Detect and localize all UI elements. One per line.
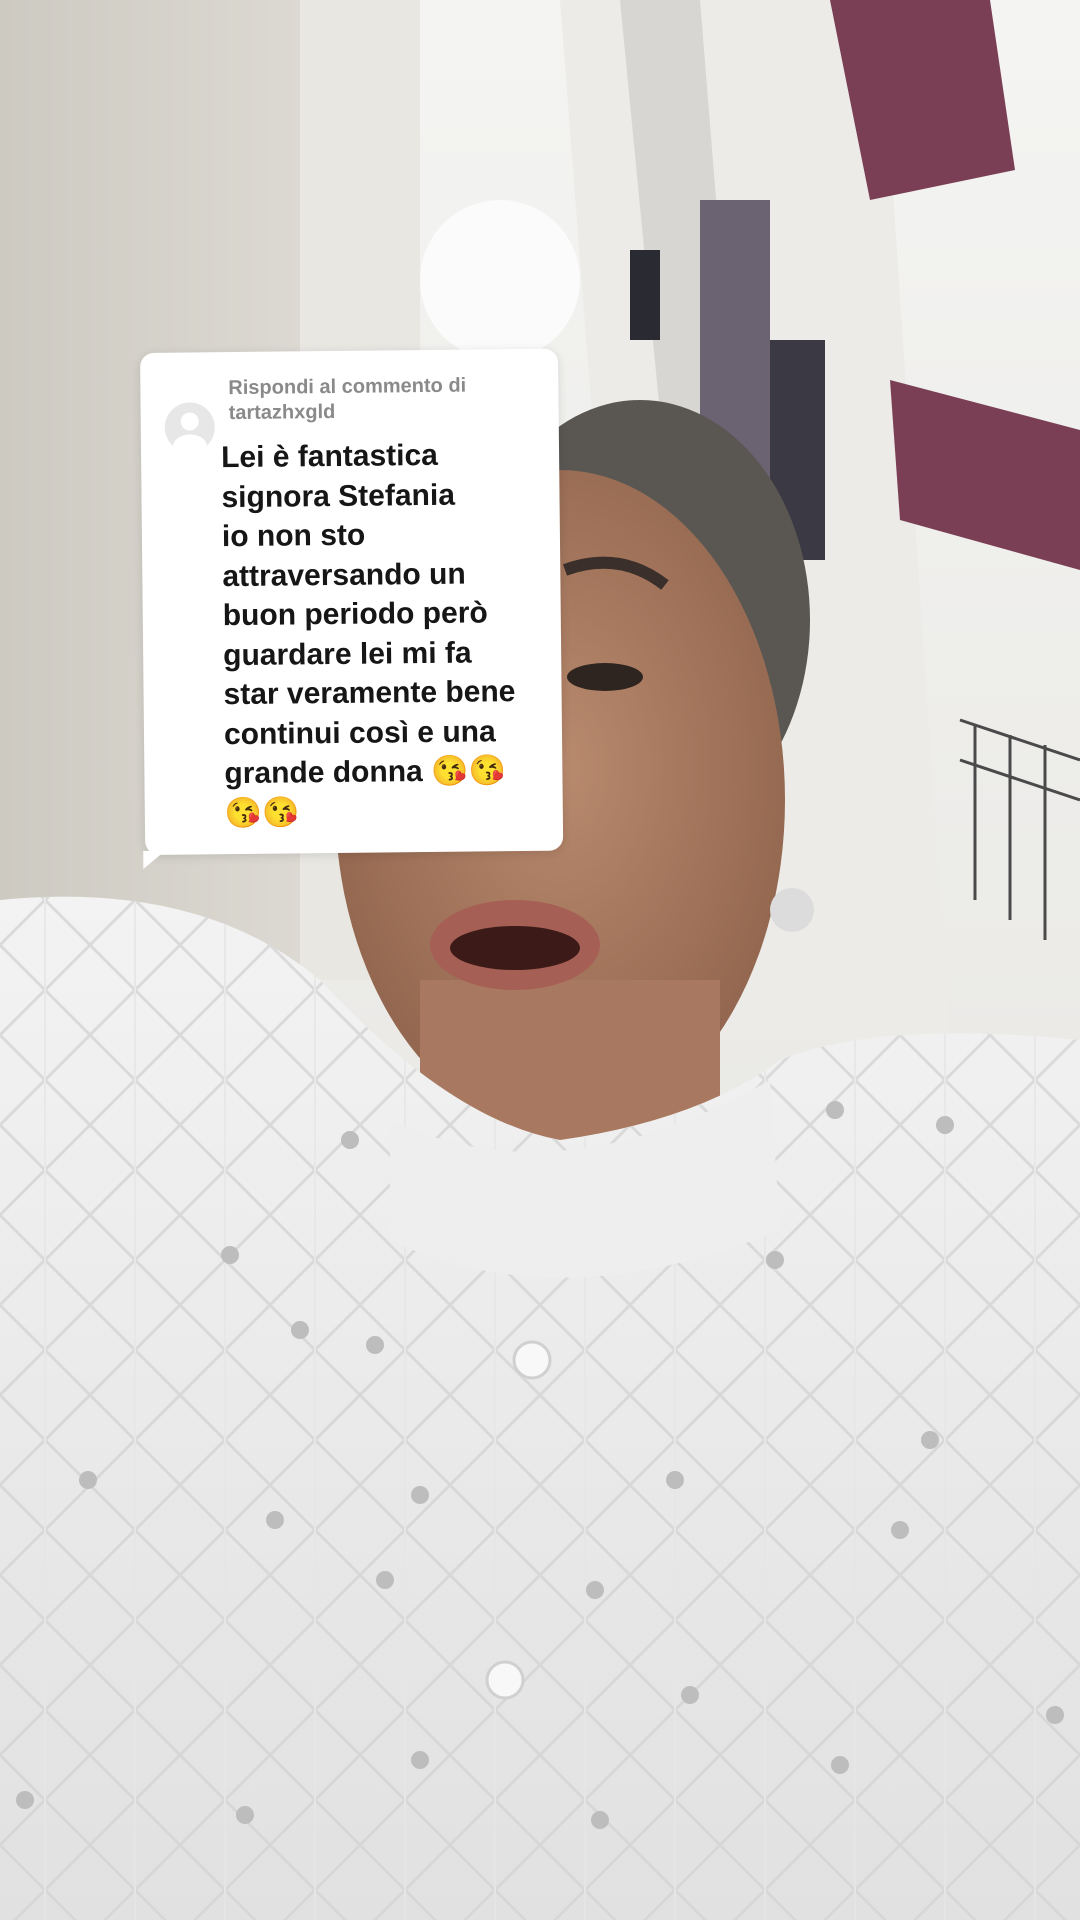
default-avatar-icon [164, 402, 216, 453]
video-background [0, 0, 1080, 1920]
reply-prefix: Rispondi al commento di [228, 374, 467, 400]
reply-username[interactable]: tartazhxgld [229, 399, 467, 426]
video-frame[interactable]: Rispondi al commento di tartazhxgld Lei … [0, 0, 1080, 1920]
reply-meta: Rispondi al commento di tartazhxgld [228, 374, 466, 426]
comment-text: Lei è fantastica signora Stefania io non… [220, 438, 516, 830]
reply-comment-card[interactable]: Rispondi al commento di tartazhxgld Lei … [140, 348, 564, 855]
